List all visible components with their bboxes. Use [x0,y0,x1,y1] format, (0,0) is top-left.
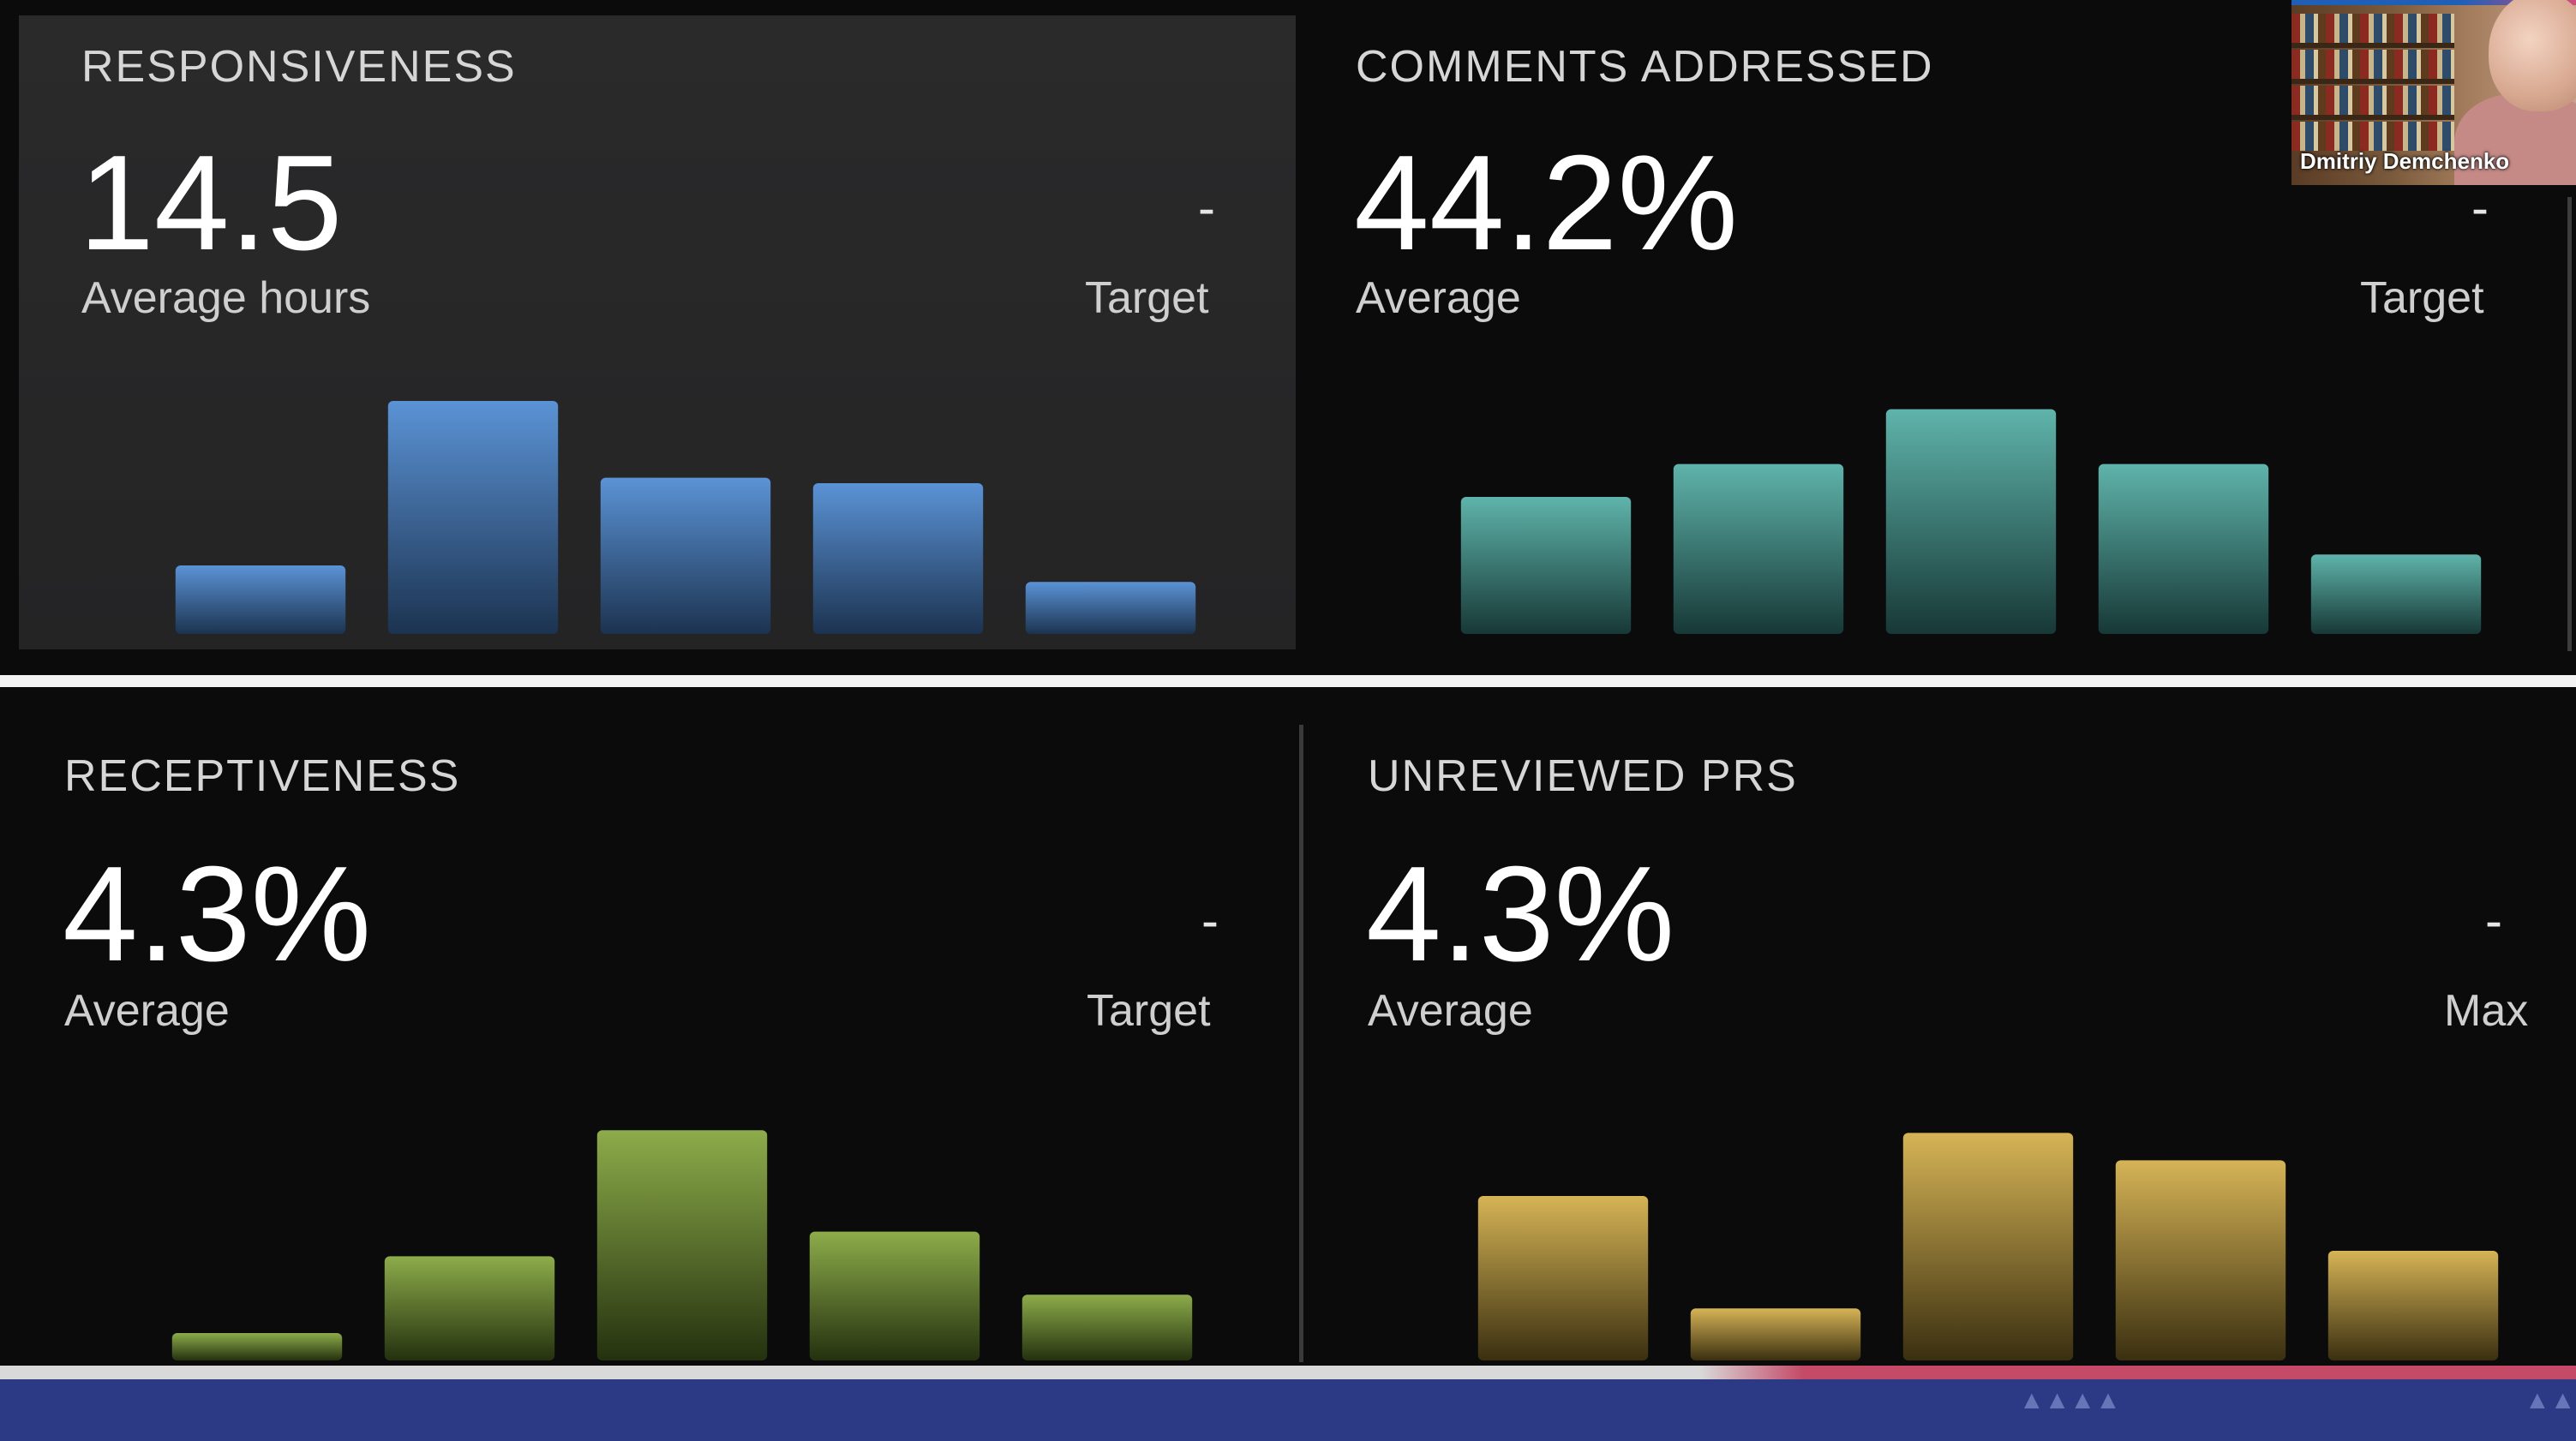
chart-bar [384,1256,555,1360]
bookshelf [2291,14,2454,43]
target-value: - [1198,179,1215,236]
bookshelf [2291,43,2454,48]
chart-bar [2327,1251,2499,1360]
progress-strip [0,1366,2576,1379]
panel-title: COMMENTS ADDRESSED [1356,42,1934,92]
unreviewed-prs-bar-chart [1477,1133,2499,1360]
chart-bar [1460,497,1632,634]
target-value: - [1201,892,1219,949]
target-value: - [2485,892,2502,949]
metric-value: 4.3% [63,839,372,990]
chart-bar [1025,582,1196,634]
chart-bar [2115,1160,2286,1360]
receptiveness-bar-chart [171,1130,1193,1360]
bookshelf [2291,122,2454,151]
chart-bar [171,1333,343,1360]
panel-title: RESPONSIVENESS [81,42,517,92]
unreviewed-prs-panel[interactable]: UNREVIEWED PRS 4.3% Average - Max [1303,691,2576,1366]
chart-bar [596,1130,768,1360]
metric-value: 14.5 [79,128,343,278]
chart-bar [1021,1295,1193,1360]
chart-bar [175,565,346,634]
target-label: Target [2360,273,2484,323]
responsiveness-panel[interactable]: RESPONSIVENESS 14.5 Average hours - Targ… [0,0,1296,668]
chart-bar [1673,463,1844,634]
chart-bar [812,483,984,634]
participant-head [2489,0,2576,111]
chart-bar [1477,1196,1649,1360]
chart-bar [600,477,771,634]
metric-value: 44.2% [1354,128,1739,278]
metric-label: Average [64,986,230,1036]
comments-addressed-bar-chart [1460,409,2482,634]
horizontal-divider [0,675,2576,687]
chart-bar [1690,1308,1861,1360]
metric-label: Average hours [81,273,371,323]
participant-name: Dmitriy Demchenko [2300,148,2510,174]
chart-bar [1902,1133,2074,1360]
chart-bar [809,1231,980,1360]
metric-value: 4.3% [1366,839,1675,990]
bottom-bar-icon: ▲▲▲▲ [2019,1386,2121,1414]
metric-label: Average [1368,986,1533,1036]
panel-edge [2567,197,2572,651]
responsiveness-bar-chart [175,401,1196,634]
target-label: Target [1085,273,1209,323]
bookshelf [2291,86,2454,115]
metric-label: Average [1356,273,1521,323]
bookshelf [2291,79,2454,84]
bottom-bar [0,1379,2576,1441]
participant-video-tile[interactable]: Dmitriy Demchenko [2291,0,2576,185]
target-value: - [2471,179,2489,236]
bottom-bar-icon: ▲▲ [2525,1386,2576,1414]
target-label: Target [1087,986,1211,1036]
receptiveness-panel[interactable]: RECEPTIVENESS 4.3% Average - Target [0,691,1299,1366]
max-label: Max [2444,986,2529,1036]
panel-title: RECEPTIVENESS [64,751,461,801]
bookshelf [2291,50,2454,79]
chart-bar [2310,554,2482,634]
bookshelf [2291,115,2454,120]
panel-title: UNREVIEWED PRS [1368,751,1798,801]
vertical-divider [1299,725,1303,1362]
chart-bar [1885,409,2057,634]
chart-bar [387,401,559,634]
chart-bar [2098,463,2269,634]
